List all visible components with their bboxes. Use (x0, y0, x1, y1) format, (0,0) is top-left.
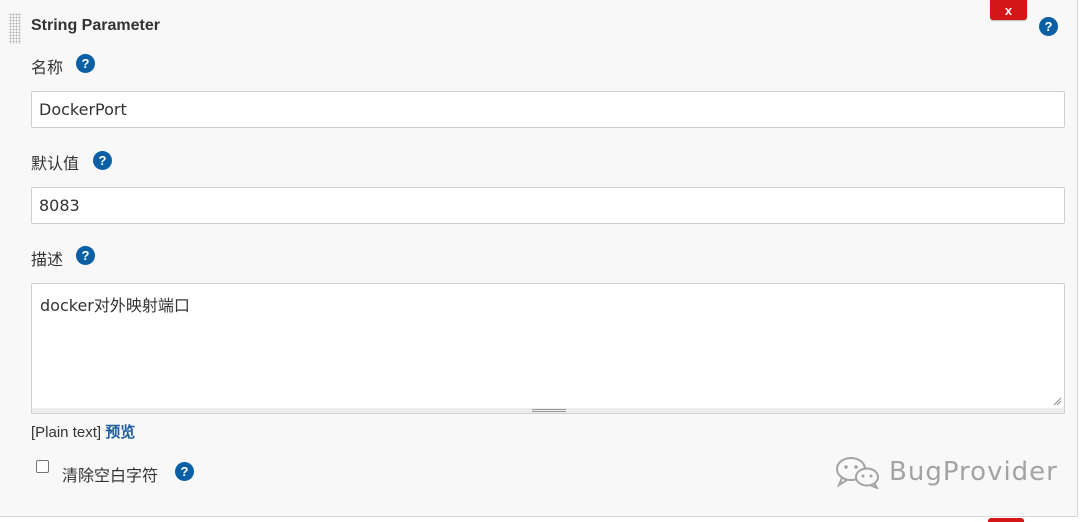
drag-handle[interactable] (9, 13, 21, 44)
name-label: 名称 (31, 58, 64, 77)
expand-grip-icon (532, 409, 566, 412)
default-value-input[interactable] (31, 187, 1065, 224)
description-label: 描述 (31, 250, 64, 269)
trim-help-icon[interactable]: ? (175, 462, 194, 481)
description-textarea[interactable]: docker对外映射端口 (31, 283, 1065, 409)
trim-checkbox[interactable] (36, 460, 49, 473)
delete-button[interactable]: x (990, 0, 1027, 20)
markup-format-text: [Plain text] (31, 424, 102, 441)
textarea-expand-bar[interactable] (31, 408, 1065, 414)
markup-format-row: [Plain text] 预览 (31, 421, 135, 442)
description-help-icon[interactable]: ? (76, 246, 95, 265)
preview-link[interactable]: 预览 (105, 424, 135, 441)
default-value-label: 默认值 (31, 154, 80, 173)
watermark: BugProvider (833, 452, 1058, 492)
string-parameter-panel: String Parameter x ? 名称 ? 默认值 ? 描述 ? doc… (0, 0, 1078, 517)
name-input[interactable] (31, 91, 1065, 128)
default-value-help-icon[interactable]: ? (93, 151, 112, 170)
next-delete-button-edge (988, 518, 1024, 522)
name-help-icon[interactable]: ? (76, 54, 95, 73)
watermark-text: BugProvider (889, 457, 1058, 487)
section-help-icon[interactable]: ? (1039, 17, 1058, 36)
resize-grip-icon[interactable] (1052, 396, 1062, 406)
section-title: String Parameter (31, 17, 160, 34)
trim-label: 清除空白字符 (62, 466, 159, 485)
wechat-icon (836, 457, 879, 489)
